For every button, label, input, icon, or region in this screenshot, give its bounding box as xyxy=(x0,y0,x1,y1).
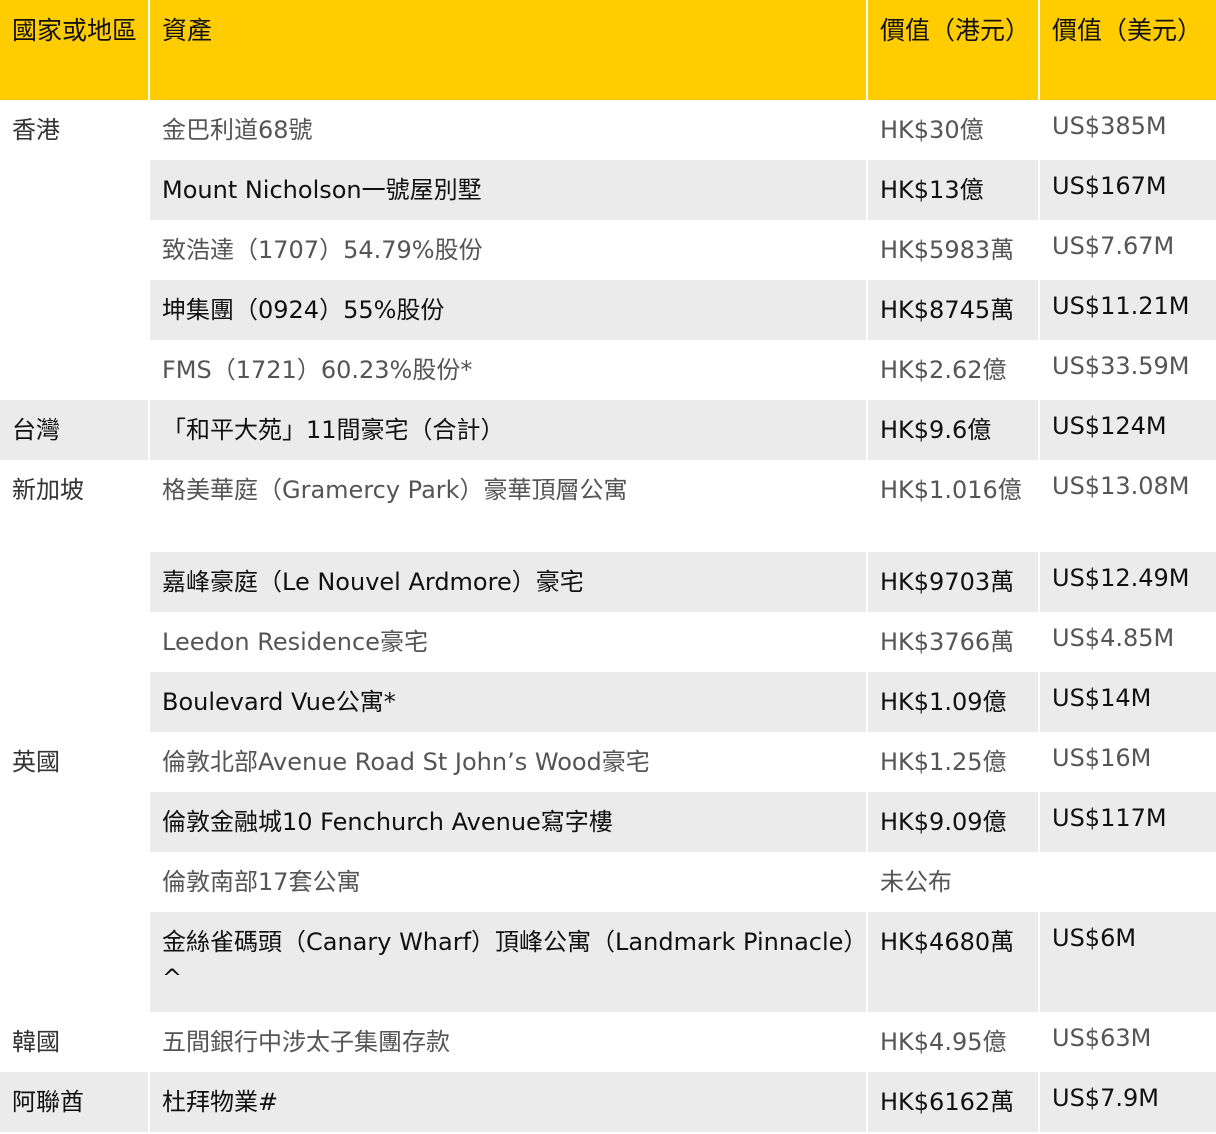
value-usd-cell: US$14M xyxy=(1040,672,1216,732)
value-hkd-cell: HK$8745萬 xyxy=(868,280,1040,340)
asset-cell: 金絲雀碼頭（Canary Wharf）頂峰公寓（Landmark Pinnacl… xyxy=(150,912,868,1012)
country-cell xyxy=(0,792,150,852)
asset-cell: 五間銀行中涉太子集團存款 xyxy=(150,1012,868,1072)
country-cell xyxy=(0,852,150,912)
table-row: 嘉峰豪庭（Le Nouvel Ardmore）豪宅 HK$9703萬 US$12… xyxy=(0,552,1216,612)
table-row: 坤集團（0924）55%股份 HK$8745萬 US$11.21M xyxy=(0,280,1216,340)
value-hkd-cell: HK$13億 xyxy=(868,160,1040,220)
value-hkd-cell: HK$30億 xyxy=(868,100,1040,160)
value-hkd-cell: HK$4680萬 xyxy=(868,912,1040,1012)
table-row: FMS（1721）60.23%股份* HK$2.62億 US$33.59M xyxy=(0,340,1216,400)
table-row: 倫敦南部17套公寓 未公布 xyxy=(0,852,1216,912)
value-usd-cell: US$167M xyxy=(1040,160,1216,220)
value-usd-cell: US$16M xyxy=(1052,744,1152,772)
value-usd-cell: US$385M xyxy=(1052,112,1167,140)
country-cell xyxy=(0,160,150,220)
asset-cell: 倫敦南部17套公寓 xyxy=(150,852,868,912)
table-row: 倫敦金融城10 Fenchurch Avenue寫字樓 HK$9.09億 US$… xyxy=(0,792,1216,852)
table-row: 金絲雀碼頭（Canary Wharf）頂峰公寓（Landmark Pinnacl… xyxy=(0,912,1216,1012)
value-hkd-cell: HK$6162萬 xyxy=(868,1072,1040,1132)
value-usd-cell: US$63M xyxy=(1052,1024,1152,1052)
table-row: Leedon Residence豪宅 HK$3766萬 US$4.85M xyxy=(0,612,1216,672)
header-value-hkd: 價值（港元） xyxy=(868,0,1040,100)
table-row: 阿聯酋 杜拜物業# HK$6162萬 US$7.9M xyxy=(0,1072,1216,1132)
value-usd-cell: US$11.21M xyxy=(1040,280,1216,340)
asset-cell: 格美華庭（Gramercy Park）豪華頂層公寓 xyxy=(150,460,868,552)
header-asset: 資產 xyxy=(150,0,868,100)
value-hkd-cell: 未公布 xyxy=(868,852,1040,912)
value-usd-cell: US$7.67M xyxy=(1052,232,1175,260)
table-row: 英國 倫敦北部Avenue Road St John’s Wood豪宅 HK$1… xyxy=(0,732,1216,792)
country-cell: 阿聯酋 xyxy=(0,1072,150,1132)
asset-cell: 杜拜物業# xyxy=(150,1072,868,1132)
table-row: 韓國 五間銀行中涉太子集團存款 HK$4.95億 US$63M xyxy=(0,1012,1216,1072)
value-hkd-cell: HK$9.09億 xyxy=(868,792,1040,852)
value-usd-cell: US$12.49M xyxy=(1040,552,1216,612)
value-usd-cell: US$124M xyxy=(1040,400,1216,460)
value-hkd-cell: HK$9703萬 xyxy=(868,552,1040,612)
country-cell xyxy=(0,612,150,672)
table-header-row: 國家或地區 資產 價值（港元） 價值（美元） xyxy=(0,0,1216,100)
table-row: Boulevard Vue公寓* HK$1.09億 US$14M xyxy=(0,672,1216,732)
value-usd-cell: US$4.85M xyxy=(1052,624,1175,652)
asset-cell: 「和平大苑」11間豪宅（合計） xyxy=(150,400,868,460)
asset-cell: 倫敦北部Avenue Road St John’s Wood豪宅 xyxy=(150,732,868,792)
country-cell xyxy=(0,552,150,612)
country-cell xyxy=(0,340,150,400)
table-row: 新加坡 格美華庭（Gramercy Park）豪華頂層公寓 HK$1.016億 … xyxy=(0,460,1216,552)
country-cell: 英國 xyxy=(0,732,150,792)
country-cell xyxy=(0,672,150,732)
table-row: 致浩達（1707）54.79%股份 HK$5983萬 US$7.67M xyxy=(0,220,1216,280)
asset-cell: Leedon Residence豪宅 xyxy=(150,612,868,672)
table-row: 台灣 「和平大苑」11間豪宅（合計） HK$9.6億 US$124M xyxy=(0,400,1216,460)
header-value-usd: 價值（美元） xyxy=(1040,0,1216,100)
value-hkd-cell: HK$9.6億 xyxy=(868,400,1040,460)
country-cell: 新加坡 xyxy=(0,460,150,552)
asset-cell: 金巴利道68號 xyxy=(150,100,868,160)
value-hkd-cell: HK$4.95億 xyxy=(868,1012,1040,1072)
value-hkd-cell: HK$1.25億 xyxy=(868,732,1040,792)
country-cell xyxy=(0,280,150,340)
value-usd-cell: US$7.9M xyxy=(1040,1072,1216,1132)
table-row: 香港 金巴利道68號 HK$30億 US$385M xyxy=(0,100,1216,160)
country-cell: 韓國 xyxy=(0,1012,150,1072)
value-usd-cell: US$6M xyxy=(1040,912,1216,1012)
country-cell xyxy=(0,220,150,280)
asset-cell: 倫敦金融城10 Fenchurch Avenue寫字樓 xyxy=(150,792,868,852)
value-usd-cell: US$13.08M xyxy=(1052,472,1190,500)
value-usd-cell xyxy=(1040,852,1216,912)
value-hkd-cell: HK$2.62億 xyxy=(868,340,1040,400)
table-row: Mount Nicholson一號屋別墅 HK$13億 US$167M xyxy=(0,160,1216,220)
asset-cell: Mount Nicholson一號屋別墅 xyxy=(150,160,868,220)
asset-cell: FMS（1721）60.23%股份* xyxy=(150,340,868,400)
asset-cell: 致浩達（1707）54.79%股份 xyxy=(150,220,868,280)
value-hkd-cell: HK$1.016億 xyxy=(868,460,1040,552)
country-cell: 香港 xyxy=(0,100,150,160)
value-hkd-cell: HK$3766萬 xyxy=(868,612,1040,672)
value-usd-cell: US$33.59M xyxy=(1052,352,1190,380)
assets-table: 國家或地區 資產 價值（港元） 價值（美元） 香港 金巴利道68號 HK$30億… xyxy=(0,0,1216,1132)
country-cell xyxy=(0,912,150,1012)
asset-cell: 坤集團（0924）55%股份 xyxy=(150,280,868,340)
header-country: 國家或地區 xyxy=(0,0,150,100)
value-hkd-cell: HK$1.09億 xyxy=(868,672,1040,732)
value-usd-cell: US$117M xyxy=(1040,792,1216,852)
value-hkd-cell: HK$5983萬 xyxy=(868,220,1040,280)
asset-cell: 嘉峰豪庭（Le Nouvel Ardmore）豪宅 xyxy=(150,552,868,612)
country-cell: 台灣 xyxy=(0,400,150,460)
asset-cell: Boulevard Vue公寓* xyxy=(150,672,868,732)
